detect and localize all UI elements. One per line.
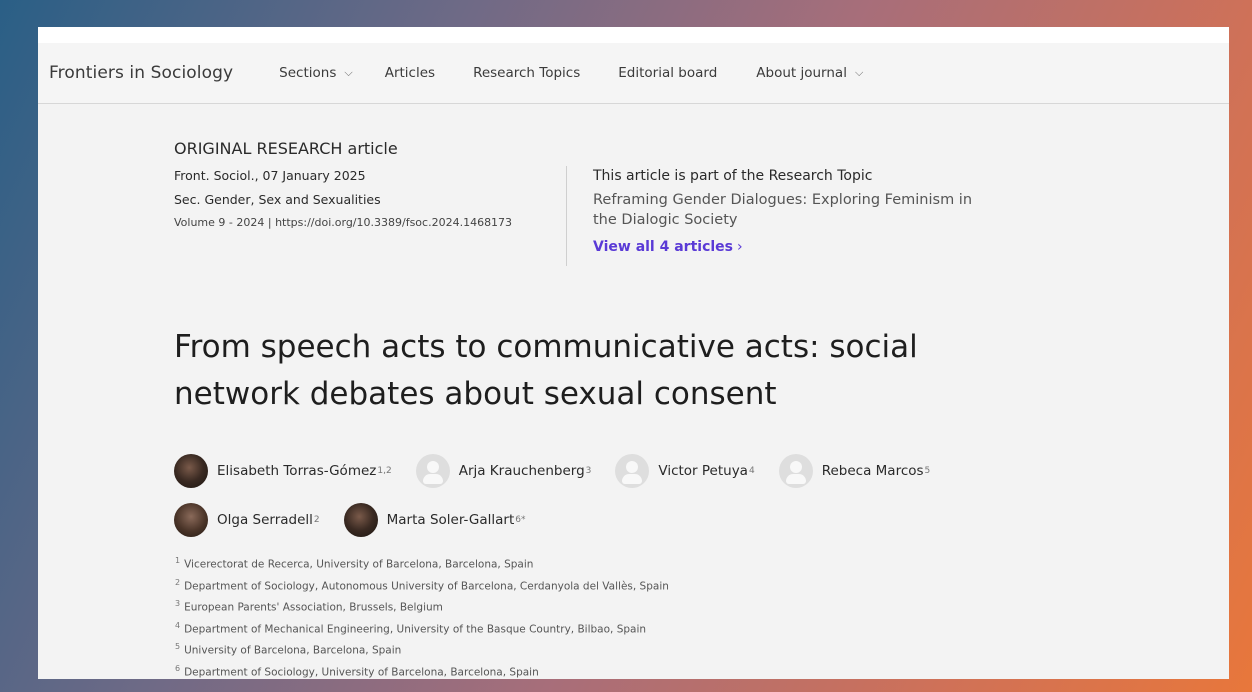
affiliation-number: 3 [175,599,181,608]
avatar [174,454,208,488]
chevron-down-icon: ⌵ [854,66,864,79]
nav-sections[interactable]: Sections ⌵ [279,65,353,81]
author-item[interactable]: Marta Soler-Gallart 6* [343,503,526,537]
affiliation-text: Department of Mechanical Engineering, Un… [184,623,647,635]
affiliation-number: 4 [175,620,181,630]
affiliation-item: 2 Department of Sociology, Autonomous Uni… [174,574,1229,596]
nav-research-topics-label: Research Topics [473,65,581,81]
author-list: Elisabeth Torras-Gómez 1,2 Arja Krauchenb… [174,454,1054,537]
affiliation-text: Department of Sociology, University of B… [184,666,539,678]
author-affiliation-ref: 2 [313,515,320,525]
author-item[interactable]: Victor Petuya 4 [615,454,755,488]
author-affiliation-ref: 5 [924,466,931,476]
author-item[interactable]: Rebeca Marcos 5 [778,454,931,488]
author-item[interactable]: Arja Krauchenberg 3 [415,454,592,488]
site-header: Frontiers in Sociology Sections ⌵ Articl… [38,27,1229,104]
nav-articles[interactable]: Articles [385,65,435,81]
affiliation-item: 6 Department of Sociology, University of … [174,660,1229,680]
author-name: Victor Petuya [658,463,748,479]
avatar [343,503,378,537]
affiliation-number: 1 [175,556,181,565]
author-row: Olga Serradell 2 Marta Soler-Gallart 6* [174,503,1054,537]
affiliation-number: 2 [175,577,181,587]
affiliation-number: 6 [175,663,181,673]
affiliation-item: 5 University of Barcelona, Barcelona, Spa… [174,638,1229,660]
nav-sections-label: Sections [279,65,337,81]
journal-brand-link[interactable]: Frontiers in Sociology [49,63,233,83]
author-row: Elisabeth Torras-Gómez 1,2 Arja Krauchenb… [174,454,1054,488]
nav-editorial-board-label: Editorial board [618,65,718,81]
author-item[interactable]: Olga Serradell 2 [174,503,320,537]
journal-date: Front. Sociol., 07 January 2025 [174,168,366,183]
affiliation-item: 4 Department of Mechanical Engineering, U… [174,617,1229,639]
research-topic-intro: This article is part of the Research Top… [593,168,873,184]
affiliation-number: 5 [175,642,181,651]
article-title: From speech acts to communicative acts: … [174,329,918,412]
affiliation-text: Department of Sociology, Autonomous Univ… [184,580,669,592]
article-meta: Front. Sociol., 07 January 2025 Sec. Gen… [174,168,566,266]
affiliation-list: 1 Vicerectorat de Recerca, University of … [174,552,1229,679]
main-nav: Frontiers in Sociology Sections ⌵ Articl… [38,43,1229,103]
article-type-label: ORIGINAL RESEARCH article [174,139,398,158]
article-section-link[interactable]: Sec. Gender, Sex and Sexualities [174,192,566,207]
volume-doi[interactable]: Volume 9 - 2024 | https://doi.org/10.338… [174,216,566,229]
affiliation-text: Vicerectorat de Recerca, University of B… [184,558,534,571]
browser-viewport: Frontiers in Sociology Sections ⌵ Articl… [38,27,1229,679]
nav-about-journal-label: About journal [756,65,847,81]
author-item[interactable]: Elisabeth Torras-Gómez 1,2 [174,454,392,488]
avatar [174,503,208,537]
affiliation-item: 1 Vicerectorat de Recerca, University of … [174,552,1229,574]
nav-about-journal[interactable]: About journal ⌵ [756,65,863,81]
view-all-articles-link[interactable]: View all 4 articles › [593,239,1013,255]
nav-articles-label: Articles [384,65,436,81]
author-name: Marta Soler-Gallart [386,512,515,528]
affiliation-text: European Parents' Association, Brussels,… [184,601,443,614]
header-top-strip [38,27,1229,43]
author-name: Olga Serradell [217,512,313,528]
chevron-down-icon: ⌵ [344,66,353,79]
chevron-right-icon: › [737,239,743,255]
nav-research-topics[interactable]: Research Topics [473,65,580,81]
author-affiliation-ref: 1,2 [377,466,392,476]
affiliation-text: University of Barcelona, Barcelona, Spai… [184,644,402,657]
avatar [615,454,650,488]
article-content: ORIGINAL RESEARCH article Front. Sociol.… [174,139,1229,679]
nav-editorial-board[interactable]: Editorial board [618,65,717,81]
avatar [778,454,813,488]
view-all-articles-label: View all 4 articles [593,239,733,255]
author-affiliation-ref: 3 [585,466,592,476]
affiliation-item: 3 European Parents' Association, Brussels… [174,595,1229,617]
article-meta-row: Front. Sociol., 07 January 2025 Sec. Gen… [174,166,1229,266]
author-affiliation-ref: 6* [515,515,526,525]
avatar [415,454,450,488]
research-topic-title-link[interactable]: Reframing Gender Dialogues: Exploring Fe… [593,190,993,230]
author-affiliation-ref: 4 [748,466,755,476]
author-name: Arja Krauchenberg [458,463,585,479]
author-name: Rebeca Marcos [821,463,924,479]
author-name: Elisabeth Torras-Gómez [217,463,377,479]
research-topic-box: This article is part of the Research Top… [567,168,1013,266]
